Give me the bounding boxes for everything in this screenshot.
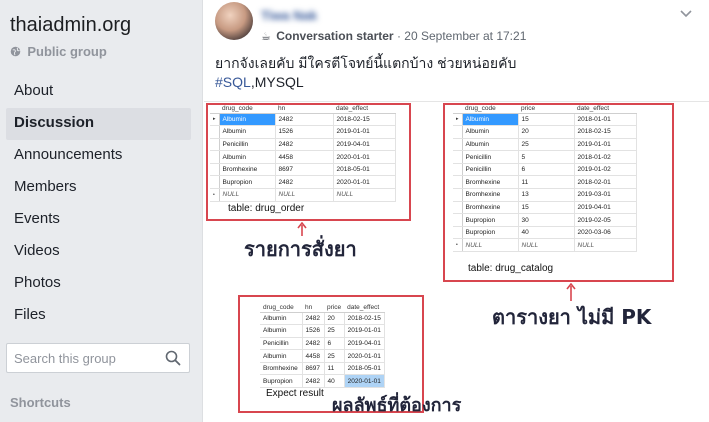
nav-item-announcements[interactable]: Announcements (6, 140, 191, 172)
shortcuts-heading: Shortcuts (10, 395, 71, 410)
table-row: Bupropion 2482 40 2020-01-01 (260, 374, 385, 389)
table-row: Bromhexine 13 2019-03-01 (453, 188, 637, 202)
post-text: ยากจังเลยคับ มีใครตีโจทย์นี้แตกบ้าง ช่วย… (215, 54, 516, 92)
arrow-up-icon (566, 283, 576, 301)
group-type-text: Public group (27, 44, 107, 59)
column-header: drug_code (260, 304, 302, 313)
coffee-cup-icon: ☕ (261, 31, 271, 43)
table-row: Albumin 2482 20 2018-02-15 (260, 312, 385, 326)
column-header: hn (302, 304, 324, 313)
drug-catalog-label: table: drug_catalog (468, 263, 554, 274)
post-timestamp[interactable]: 20 September at 17:21 (404, 29, 526, 43)
group-search-box (6, 343, 190, 373)
column-header: date_effect (574, 105, 637, 114)
table-header: drug_code hn date_effect (210, 105, 396, 114)
table-row: Albumin 4458 2020-01-01 (210, 150, 396, 164)
column-header: price (324, 304, 345, 313)
column-header: price (518, 105, 575, 114)
nav-item-members[interactable]: Members (6, 172, 191, 204)
table-row: • NULL NULL NULL (453, 238, 637, 253)
search-icon[interactable] (165, 350, 181, 366)
table-row: Albumin 25 2019-01-01 (453, 138, 637, 152)
author-name[interactable]: Tiwa Nak (261, 8, 317, 23)
author-avatar[interactable] (215, 2, 253, 40)
post-text-line1: ยากจังเลยคับ มีใครตีโจทย์นี้แตกบ้าง ช่วย… (215, 55, 517, 71)
group-sidebar: thaiadmin.org Public group About Discuss… (0, 0, 200, 422)
drug-catalog-caption: ตารางยา ไม่มี PK (492, 305, 652, 329)
table-row: Albumin 20 2018-02-15 (453, 125, 637, 139)
expect-result-table: drug_code hn price date_effect Albumin 24… (260, 304, 385, 389)
globe-icon (10, 45, 24, 59)
table-header: drug_code price date_effect (453, 105, 637, 114)
group-search-input[interactable] (7, 344, 157, 372)
nav-item-photos[interactable]: Photos (6, 268, 191, 300)
table-row: Bupropion 30 2019-02-05 (453, 213, 637, 227)
table-row: • NULL NULL NULL (210, 188, 396, 202)
column-header: hn (275, 105, 334, 114)
post-text-line2-rest: ,MYSQL (250, 74, 304, 90)
table-row: Albumin 4458 25 2020-01-01 (260, 349, 385, 363)
column-header: date_effect (344, 304, 385, 313)
table-row: Penicillin 2482 6 2019-04-01 (260, 337, 385, 351)
table-row: Bupropion 2482 2020-01-01 (210, 175, 396, 190)
expect-result-label: Expect result (266, 388, 324, 399)
table-row: Bupropion 40 2020-03-06 (453, 226, 637, 240)
nav-item-files[interactable]: Files (6, 300, 191, 332)
table-row: Bromhexine 8697 2018-05-01 (210, 163, 396, 177)
post-meta: ☕ Conversation starter · 20 September at… (261, 29, 526, 43)
hashtag-sql[interactable]: #SQL (215, 74, 251, 90)
column-header: drug_code (219, 105, 276, 114)
table-row: Penicillin 2482 2019-04-01 (210, 138, 396, 152)
conversation-starter-badge[interactable]: Conversation starter (276, 29, 393, 43)
group-nav: About Discussion Announcements Members E… (6, 76, 191, 332)
table-row: Albumin 1526 2019-01-01 (210, 125, 396, 139)
column-header: date_effect (333, 105, 396, 114)
table-row: Bromhexine 15 2019-04-01 (453, 201, 637, 215)
nav-item-about[interactable]: About (6, 76, 191, 108)
post-photo[interactable]: drug_code hn date_effect ▸ Albumin 2482 201… (204, 101, 709, 422)
table-row: Penicillin 6 2019-01-02 (453, 163, 637, 177)
table-row: Bromhexine 8697 11 2018-05-01 (260, 362, 385, 376)
drug-catalog-table: drug_code price date_effect ▸ Albumin 15 20… (453, 105, 637, 253)
column-header: drug_code (462, 105, 519, 114)
table-header: drug_code hn price date_effect (260, 304, 385, 313)
post-text-line2: #SQL,MYSQL (215, 73, 516, 92)
group-name[interactable]: thaiadmin.org (10, 14, 131, 37)
meta-separator: · (396, 29, 401, 43)
post-card: Tiwa Nak ☕ Conversation starter · 20 Sep… (202, 0, 709, 422)
table-row: ▸ Albumin 2482 2018-02-15 (210, 113, 396, 127)
drug-order-table: drug_code hn date_effect ▸ Albumin 2482 201… (210, 105, 396, 202)
table-row: Bromhexine 11 2018-02-01 (453, 175, 637, 190)
table-row: Albumin 1526 25 2019-01-01 (260, 324, 385, 338)
nav-item-videos[interactable]: Videos (6, 236, 191, 268)
nav-item-events[interactable]: Events (6, 204, 191, 236)
chevron-down-icon[interactable] (679, 6, 693, 20)
expect-result-caption: ผลลัพธ์ที่ต้องการ (332, 395, 462, 416)
table-row: Penicillin 5 2018-01-02 (453, 150, 637, 164)
nav-item-discussion[interactable]: Discussion (6, 108, 191, 140)
drug-order-caption: รายการสั่งยา (244, 237, 357, 261)
table-row: ▸ Albumin 15 2018-01-01 (453, 113, 637, 127)
group-privacy-label: Public group (10, 44, 107, 59)
drug-order-label: table: drug_order (228, 203, 305, 214)
